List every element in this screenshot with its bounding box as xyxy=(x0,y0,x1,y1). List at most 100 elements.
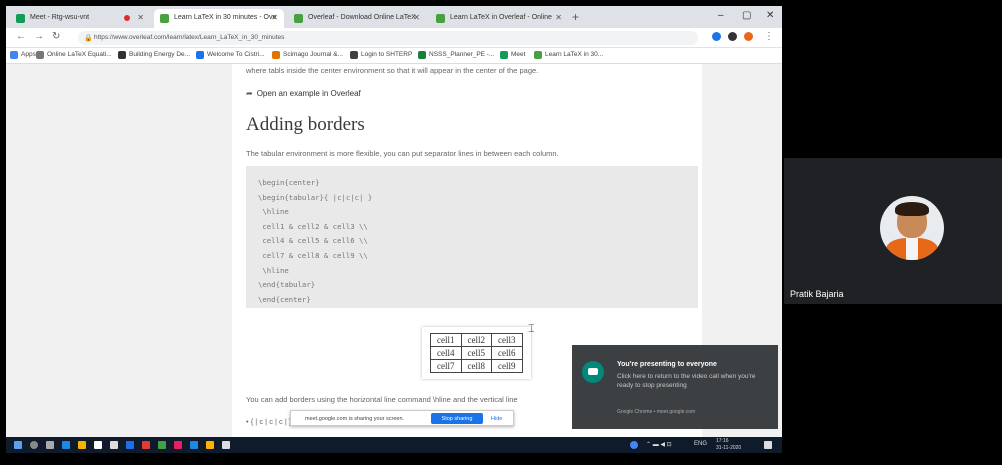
tab-learn-latex[interactable]: Learn LaTeX in 30 minutes - Ove ✕ xyxy=(154,9,284,28)
chrome-icon[interactable] xyxy=(206,441,214,449)
tab-label: Overleaf - Download Online LaTeX xyxy=(308,14,416,21)
bookmark-item[interactable]: Online LaTeX Equati... xyxy=(36,51,112,59)
close-tab-icon[interactable]: ✕ xyxy=(137,13,144,22)
scimago-icon xyxy=(272,51,280,59)
code-line: cell4 & cell5 & cell6 \\ xyxy=(258,236,368,246)
table-cell: cell7 xyxy=(430,359,462,373)
code-line: \begin{tabular}{ |c|c|c| } xyxy=(258,192,373,202)
bookmark-favicon-icon xyxy=(350,51,358,59)
code-line: \end{tabular} xyxy=(258,280,316,290)
close-tab-icon[interactable]: ✕ xyxy=(555,13,562,22)
mail-icon[interactable] xyxy=(110,441,118,449)
mouse-cursor-icon: ⌶ xyxy=(528,323,535,335)
bookmark-item[interactable]: Apps xyxy=(10,51,36,59)
open-example-link[interactable]: ➦ Open an example in Overleaf xyxy=(246,89,361,98)
participant-tile: Pratik Bajaria xyxy=(784,158,1002,304)
table-cell: cell9 xyxy=(491,359,523,373)
menu-kebab-icon[interactable]: ⋮ xyxy=(764,31,774,42)
bookmarks-bar: Apps Online LaTeX Equati... Building Ene… xyxy=(6,48,782,64)
excel-icon[interactable] xyxy=(158,441,166,449)
notification-center-icon[interactable] xyxy=(764,441,772,449)
tray-date: 31-11-2020 xyxy=(716,445,742,451)
file-explorer-icon[interactable] xyxy=(78,441,86,449)
minimize-button[interactable]: – xyxy=(718,10,724,21)
windows-taskbar: ⌃ ▬ ◀ ⊡ ENG 17:16 31-11-2020 xyxy=(6,437,782,453)
bookmark-favicon-icon xyxy=(418,51,426,59)
participant-name: Pratik Bajaria xyxy=(790,289,844,299)
tray-clock[interactable]: 17:16 31-11-2020 xyxy=(716,438,741,452)
bookmark-favicon-icon xyxy=(118,51,126,59)
bookmark-item[interactable]: Learn LaTeX in 30... xyxy=(534,51,603,59)
table-row: cell4 cell5 cell6 xyxy=(430,346,523,360)
tab-overleaf-download[interactable]: Overleaf - Download Online LaTeX ✕ xyxy=(288,9,426,28)
store-icon[interactable] xyxy=(94,441,102,449)
screen-share-bar: meet.google.com is sharing your screen. … xyxy=(290,410,514,426)
presenting-notification[interactable]: You're presenting to everyone Click here… xyxy=(572,345,778,429)
browser-tab-bar: Meet - Rtg-wsu-vnt ✕ Learn LaTeX in 30 m… xyxy=(6,6,782,28)
meet-logo-icon xyxy=(582,361,604,383)
reload-button[interactable]: ↻ xyxy=(52,31,60,42)
acrobat-icon[interactable] xyxy=(142,441,150,449)
maximize-button[interactable]: ▢ xyxy=(742,10,751,21)
shared-screen: Meet - Rtg-wsu-vnt ✕ Learn LaTeX in 30 m… xyxy=(6,6,782,453)
tab-label: Learn LaTeX in 30 minutes - Ove xyxy=(174,14,277,21)
edge-icon[interactable] xyxy=(62,441,70,449)
tray-app-icon[interactable] xyxy=(630,441,638,449)
meet-call-view: Meet - Rtg-wsu-vnt ✕ Learn LaTeX in 30 m… xyxy=(0,0,1002,465)
share-arrow-icon: ➦ xyxy=(246,89,253,98)
share-message: meet.google.com is sharing your screen. xyxy=(305,416,405,422)
code-line: cell1 & cell2 & cell3 \\ xyxy=(258,221,368,231)
extension-icon[interactable] xyxy=(712,32,721,41)
url-input[interactable]: 🔒 https://www.overleaf.com/learn/latex/L… xyxy=(78,31,698,45)
bookmark-favicon-icon xyxy=(196,51,204,59)
close-window-button[interactable]: ✕ xyxy=(766,10,774,21)
bookmark-item[interactable]: Welcome To Cistri... xyxy=(196,51,265,59)
input-language[interactable]: ENG xyxy=(694,441,707,447)
tab-learn-overleaf[interactable]: Learn LaTeX in Overleaf - Online ✕ xyxy=(430,9,568,28)
bookmark-item[interactable]: Meet xyxy=(500,51,525,59)
tray-icons[interactable]: ⌃ ▬ ◀ ⊡ xyxy=(646,441,672,448)
overleaf-favicon-icon xyxy=(294,14,303,23)
avatar-shirt xyxy=(906,238,918,260)
word-icon[interactable] xyxy=(126,441,134,449)
bookmark-item[interactable]: Scimago Journal &... xyxy=(272,51,343,59)
code-line: \begin{center} xyxy=(258,178,320,187)
table-row: cell1 cell2 cell3 xyxy=(430,333,523,347)
app-icon[interactable] xyxy=(190,441,198,449)
table-cell: cell1 xyxy=(430,333,462,347)
overleaf-favicon-icon xyxy=(436,14,445,23)
bookmark-item[interactable]: NSSS_Planner_PE -... xyxy=(418,51,494,59)
tab-label: Learn LaTeX in Overleaf - Online xyxy=(450,14,552,21)
tab-meet[interactable]: Meet - Rtg-wsu-vnt ✕ xyxy=(10,9,150,28)
recording-dot-icon xyxy=(124,15,130,21)
code-line: \hline xyxy=(258,207,289,217)
overleaf-favicon-icon xyxy=(534,51,542,59)
extension-icon[interactable] xyxy=(728,32,737,41)
body-text: You can add borders using the horizontal… xyxy=(246,395,518,404)
bookmark-item[interactable]: Building Energy De... xyxy=(118,51,190,59)
notification-source: Google Chrome • meet.google.com xyxy=(617,409,696,415)
close-tab-icon[interactable]: ✕ xyxy=(413,13,420,22)
tray-time: 17:16 xyxy=(716,438,729,444)
forward-button[interactable]: → xyxy=(34,31,44,42)
profile-avatar[interactable] xyxy=(744,32,753,41)
bookmark-item[interactable]: Login to SHTERP xyxy=(350,51,412,59)
app-icon[interactable] xyxy=(174,441,182,449)
back-button[interactable]: ← xyxy=(16,31,26,42)
stop-sharing-button[interactable]: Stop sharing xyxy=(431,413,483,424)
table-cell: cell2 xyxy=(460,333,492,347)
notification-title: You're presenting to everyone xyxy=(617,361,717,368)
meet-favicon-icon xyxy=(16,14,25,23)
start-button-icon[interactable] xyxy=(14,441,22,449)
avatar-hair xyxy=(895,202,929,216)
search-icon[interactable] xyxy=(30,441,38,449)
app-icon[interactable] xyxy=(222,441,230,449)
section-heading: Adding borders xyxy=(246,114,365,135)
task-view-icon[interactable] xyxy=(46,441,54,449)
close-tab-icon[interactable]: ✕ xyxy=(271,13,278,22)
section-paragraph: The tabular environment is more flexible… xyxy=(246,149,559,158)
new-tab-button[interactable]: + xyxy=(572,10,579,24)
result-table: cell1 cell2 cell3 cell4 cell5 cell6 cell… xyxy=(430,333,523,373)
hide-button[interactable]: Hide xyxy=(491,416,502,422)
table-cell: cell5 xyxy=(460,346,492,360)
